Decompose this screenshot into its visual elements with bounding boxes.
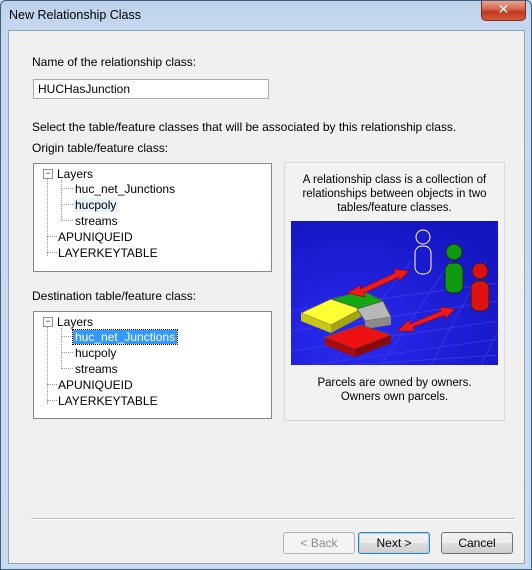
tree-node-layerkeytable[interactable]: LAYERKEYTABLE bbox=[58, 394, 158, 408]
tree-node-streams[interactable]: streams bbox=[75, 214, 118, 228]
tree-node-apuniqueid[interactable]: APUNIQUEID bbox=[58, 378, 133, 392]
info-text-line-2: relationships between objects in two bbox=[302, 188, 487, 200]
origin-tree[interactable]: − Layers huc_net_Junctions hucpoly strea… bbox=[33, 163, 272, 272]
title-bar[interactable]: New Relationship Class ✕ bbox=[1, 1, 531, 29]
name-label: Name of the relationship class: bbox=[32, 55, 197, 69]
collapse-icon[interactable]: − bbox=[43, 169, 53, 179]
info-text-line-3: tables/feature classes. bbox=[337, 202, 452, 214]
next-button[interactable]: Next > bbox=[358, 532, 430, 554]
separator bbox=[31, 518, 515, 520]
info-caption-line-2: Owners own parcels. bbox=[340, 391, 449, 403]
tree-node-huc-net-junctions-selected[interactable]: huc_net_Junctions bbox=[71, 329, 179, 345]
tree-node-hucpoly[interactable]: hucpoly bbox=[73, 198, 119, 212]
select-instruction: Select the table/feature classes that wi… bbox=[32, 120, 457, 134]
window-title: New Relationship Class bbox=[9, 8, 142, 22]
relationship-name-input[interactable]: HUCHasJunction bbox=[33, 79, 269, 99]
tree-node-layerkeytable[interactable]: LAYERKEYTABLE bbox=[58, 246, 158, 260]
info-text-line-1: A relationship class is a collection of bbox=[302, 174, 487, 186]
tree-node-hucpoly[interactable]: hucpoly bbox=[75, 346, 116, 360]
destination-label: Destination table/feature class: bbox=[32, 289, 197, 303]
collapse-icon[interactable]: − bbox=[43, 317, 53, 327]
info-panel: A relationship class is a collection of … bbox=[284, 162, 505, 421]
tree-node-layers[interactable]: Layers bbox=[57, 315, 93, 329]
origin-label: Origin table/feature class: bbox=[32, 141, 169, 155]
dialog-window: New Relationship Class ✕ Name of the rel… bbox=[0, 0, 532, 570]
back-button[interactable]: < Back bbox=[283, 532, 355, 554]
dialog-body: Name of the relationship class: HUCHasJu… bbox=[8, 30, 525, 564]
info-caption-line-1: Parcels are owned by owners. bbox=[317, 377, 472, 389]
relationship-illustration-icon bbox=[291, 221, 498, 365]
tree-node-streams[interactable]: streams bbox=[75, 362, 118, 376]
close-icon[interactable]: ✕ bbox=[481, 1, 526, 21]
tree-node-huc-net-junctions[interactable]: huc_net_Junctions bbox=[75, 182, 175, 196]
tree-node-apuniqueid[interactable]: APUNIQUEID bbox=[58, 230, 133, 244]
tree-node-layers[interactable]: Layers bbox=[57, 167, 93, 181]
destination-tree[interactable]: − Layers huc_net_Junctions hucpoly strea… bbox=[33, 311, 272, 419]
cancel-button[interactable]: Cancel bbox=[441, 532, 513, 554]
